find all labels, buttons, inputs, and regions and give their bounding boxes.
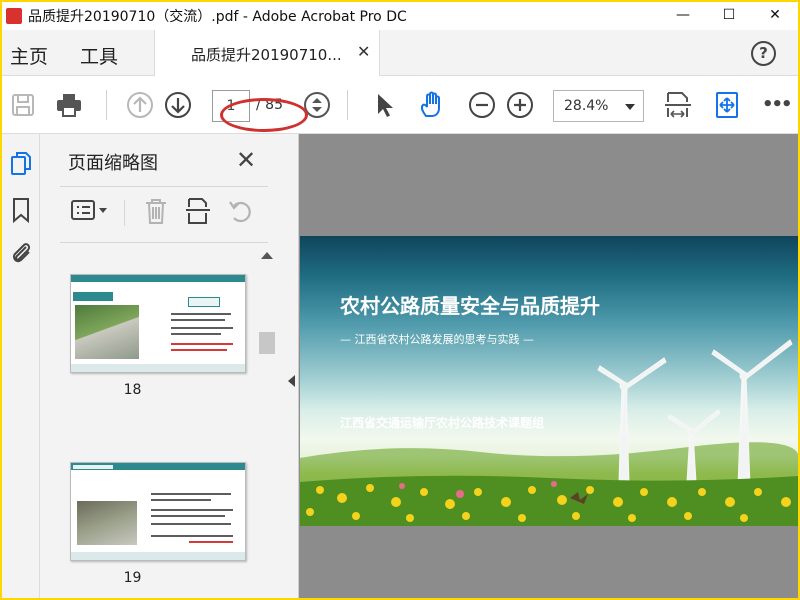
toolbar-separator: [106, 90, 107, 120]
scrollbar-thumb[interactable]: [259, 332, 275, 354]
thumbnail-text-line: [171, 313, 231, 315]
insert-page-icon[interactable]: [184, 196, 212, 226]
slide-organization: 江西省交通运输厅农村公路技术课题组: [340, 416, 545, 430]
collapse-panel-arrow-icon[interactable]: [288, 375, 295, 387]
thumbnail-text-line: [151, 493, 231, 495]
zoom-out-icon[interactable]: [467, 90, 497, 120]
thumbnail-highlight-line: [189, 541, 233, 543]
window-title: 品质提升20190710（交流）.pdf - Adobe Acrobat Pro…: [28, 9, 407, 25]
page-stepper-icon[interactable]: [302, 90, 332, 120]
print-icon[interactable]: [54, 90, 84, 120]
panel-title: 页面缩略图: [68, 153, 158, 174]
thumbnail-text-line: [151, 509, 233, 511]
delete-page-icon[interactable]: [142, 196, 170, 226]
hand-tool-icon[interactable]: [417, 90, 447, 120]
home-menu[interactable]: 主页: [10, 42, 48, 69]
rotate-page-icon[interactable]: [226, 196, 256, 226]
thumbnail-footer-bar: [71, 364, 245, 372]
zoom-level-value: 28.4%: [564, 98, 609, 114]
page-thumbnail-18[interactable]: [70, 274, 246, 373]
panel-divider: [60, 186, 268, 187]
save-icon[interactable]: [8, 90, 38, 120]
main-toolbar: 1 / 85 28.4% •••: [2, 76, 798, 134]
thumbnail-text-line: [171, 327, 233, 329]
previous-page-icon[interactable]: [125, 90, 155, 120]
document-tab-label: 品质提升20190710...: [191, 46, 342, 64]
thumbnail-highlight-line: [171, 349, 227, 351]
thumbnail-footer-bar: [71, 552, 245, 560]
select-cursor-icon[interactable]: [370, 90, 400, 120]
thumbnail-text-line: [151, 535, 233, 537]
menu-bar: 主页 工具 品质提升20190710... ✕ ?: [2, 30, 798, 76]
panel-close-button[interactable]: ✕: [236, 146, 256, 174]
pdf-page: 农村公路质量安全与品质提升 — 江西省农村公路发展的思考与实践 — 江西省交通运…: [300, 236, 798, 526]
fit-page-icon[interactable]: [663, 90, 693, 120]
more-tools-button[interactable]: •••: [762, 90, 793, 120]
acrobat-window: 品质提升20190710（交流）.pdf - Adobe Acrobat Pro…: [2, 2, 798, 598]
thumbnail-text-line: [151, 523, 231, 525]
chevron-down-icon: [625, 104, 635, 110]
page-thumbnails-panel: 页面缩略图 ✕ 18 19: [40, 134, 285, 598]
help-button[interactable]: ?: [751, 41, 776, 66]
current-page-input[interactable]: 1: [212, 90, 250, 122]
thumbnail-photo: [77, 501, 137, 545]
thumbnail-header-bar: [71, 275, 245, 282]
slide-title: 农村公路质量安全与品质提升: [340, 294, 600, 318]
thumbnail-photo: [75, 305, 139, 359]
zoom-level-select[interactable]: 28.4%: [553, 90, 644, 122]
scroll-up-arrow-icon[interactable]: [261, 252, 273, 259]
panel-toolbar-separator: [124, 200, 125, 226]
title-bar: 品质提升20190710（交流）.pdf - Adobe Acrobat Pro…: [2, 2, 798, 30]
thumbnail-text-line: [171, 319, 225, 321]
thumbnails-scrollbar[interactable]: [259, 246, 275, 598]
thumbnail-text-line: [151, 499, 211, 501]
zoom-in-icon[interactable]: [505, 90, 535, 120]
full-screen-icon[interactable]: [712, 90, 742, 120]
panel-collapse-bar[interactable]: [285, 134, 299, 598]
next-page-icon[interactable]: [163, 90, 193, 120]
tools-menu[interactable]: 工具: [80, 42, 118, 69]
page-thumbnails-icon[interactable]: [9, 150, 33, 178]
wind-turbine-landscape: [300, 339, 798, 526]
thumbnail-options-icon[interactable]: [70, 196, 110, 226]
attachment-icon[interactable]: [9, 238, 33, 266]
slide-subtitle: — 江西省农村公路发展的思考与实践 —: [340, 333, 534, 346]
thumbnail-text-line: [151, 515, 225, 517]
page-total: / 85: [256, 97, 283, 113]
thumbnail-text-line: [171, 333, 221, 335]
maximize-button[interactable]: ☐: [706, 2, 752, 30]
thumbnail-page-number: 18: [123, 382, 142, 398]
minimize-button[interactable]: —: [660, 2, 706, 30]
thumbnail-page-number: 19: [123, 570, 142, 586]
acrobat-app-icon: [6, 8, 22, 24]
panel-divider: [60, 242, 268, 243]
thumbnail-section-label: [73, 292, 113, 301]
thumbnail-section-label: [73, 465, 113, 469]
page-thumbnail-19[interactable]: [70, 462, 246, 561]
document-tab[interactable]: 品质提升20190710... ✕: [154, 30, 380, 76]
window-close-button[interactable]: ✕: [752, 2, 798, 30]
thumbnail-highlight-line: [171, 343, 233, 345]
thumbnail-heading-box: [188, 297, 220, 307]
toolbar-separator: [347, 90, 348, 120]
bookmark-icon[interactable]: [9, 196, 33, 224]
tab-close-button[interactable]: ✕: [357, 42, 370, 61]
navigation-rail: [2, 134, 40, 598]
